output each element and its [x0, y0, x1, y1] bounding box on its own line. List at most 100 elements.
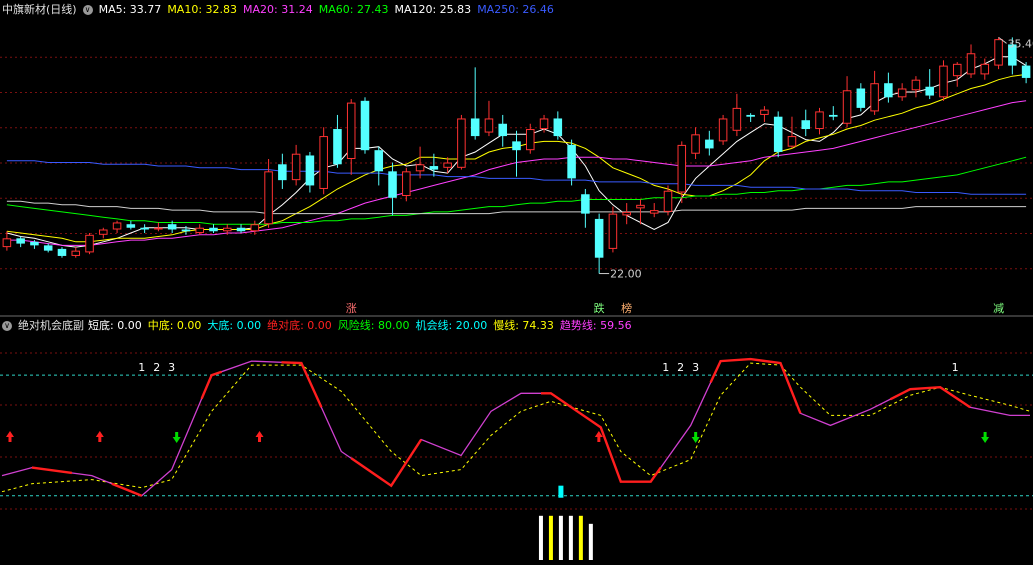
candle — [526, 123, 535, 154]
candle-body — [388, 171, 397, 198]
candle-body — [787, 136, 797, 147]
indicator-arrows — [6, 431, 990, 443]
candle — [85, 233, 94, 255]
candle-body — [581, 194, 590, 214]
candle — [305, 151, 315, 193]
buy-arrow-icon — [95, 431, 104, 442]
candle-body — [980, 63, 990, 75]
toggle-chevron-icon[interactable]: ∨ — [82, 5, 93, 15]
bottom-signal-bar — [578, 515, 583, 560]
candle — [691, 127, 700, 159]
candle-body — [360, 100, 370, 151]
candle-body — [801, 120, 811, 130]
signal-marker: 榜 — [621, 301, 632, 315]
indicator-legend-item-5: 机会线: 20.00 — [415, 319, 488, 332]
bottom-signal-bar — [588, 523, 593, 560]
candle-body — [636, 204, 645, 209]
indicator-legend-item-0: 短底: 0.00 — [88, 319, 142, 332]
indicator-legend-item-4: 风险线: 80.00 — [337, 319, 410, 332]
candle — [856, 83, 866, 112]
candle — [581, 188, 590, 228]
candle-body — [884, 83, 893, 98]
candle-body — [457, 118, 466, 168]
candle-body — [622, 211, 631, 216]
candle-body — [829, 114, 838, 117]
phase-number-label: 1 — [952, 361, 959, 374]
indicator-legend-item-2: 大底: 0.00 — [207, 319, 262, 332]
candle-body — [16, 238, 25, 244]
candle — [457, 114, 466, 170]
candle-body — [236, 227, 246, 232]
chart-title: 中旗新材(日线) — [2, 3, 77, 16]
candle-body — [512, 141, 521, 151]
candle-body — [250, 224, 260, 232]
candle-body — [498, 123, 507, 137]
sell-arrow-icon — [691, 432, 700, 443]
candle — [911, 76, 921, 98]
candle — [773, 111, 783, 158]
indicator-legend-item-1: 中底: 0.00 — [147, 319, 202, 332]
toggle-chevron-icon[interactable]: ∨ — [2, 321, 12, 331]
trend-rising-segment — [281, 361, 323, 408]
trend-rising-segment — [31, 466, 73, 475]
candle-body — [746, 114, 755, 117]
candle — [952, 62, 962, 87]
indicator-pane-header: ∨ 绝对机会底副 短底: 0.00 中底: 0.00 大底: 0.00 绝对底: 0.… — [0, 317, 638, 335]
candle — [718, 114, 728, 145]
candle — [870, 70, 879, 115]
candle-body — [181, 229, 191, 232]
candle-body — [443, 162, 452, 168]
ma-legend-item-3: MA60: 27.43 — [318, 3, 389, 16]
trend-rising-segment — [200, 370, 222, 400]
candle-body — [718, 118, 728, 142]
signal-markers: 涨跌榜减 — [346, 301, 1004, 315]
candle-body — [594, 218, 604, 258]
candle — [594, 213, 604, 274]
candle — [209, 224, 218, 234]
candle — [415, 146, 425, 179]
candle-body — [691, 134, 700, 154]
candle-body — [429, 166, 439, 170]
slow-line — [1, 362, 1031, 493]
signal-marker: 涨 — [346, 302, 357, 315]
candle — [925, 69, 934, 100]
candle — [746, 113, 755, 122]
trend-line — [1, 358, 1030, 497]
indicator-lines — [1, 357, 1031, 497]
ma-line-ma120 — [6, 200, 1027, 215]
candle — [842, 76, 852, 128]
candle — [374, 146, 384, 186]
candle — [801, 109, 811, 137]
candle — [236, 224, 246, 234]
candle-body — [57, 248, 67, 256]
candle — [553, 111, 563, 140]
candle — [112, 220, 122, 234]
candle-body — [30, 241, 39, 246]
candle-body — [209, 227, 218, 232]
candle — [884, 72, 893, 103]
candle-body — [484, 118, 494, 133]
candle — [732, 93, 742, 137]
candle — [705, 130, 714, 156]
candle — [154, 222, 163, 232]
candle — [484, 100, 494, 137]
candle-body — [305, 155, 315, 186]
ma-legend-item-1: MA10: 32.83 — [167, 3, 238, 16]
candle — [126, 220, 136, 230]
candle-body — [870, 83, 879, 112]
candle-body — [939, 65, 948, 98]
candle — [43, 243, 53, 253]
candle — [278, 153, 287, 189]
candle-body — [856, 88, 866, 108]
candle-body — [291, 153, 301, 181]
candle — [787, 116, 797, 149]
bottom-signal-bar — [538, 515, 543, 560]
candle — [291, 144, 301, 186]
candle-body — [85, 234, 94, 253]
candle-body — [2, 238, 12, 248]
bottom-signal-bar — [558, 515, 563, 560]
candle-body — [99, 229, 108, 235]
indicator-legend-item-7: 趋势线: 59.56 — [559, 319, 632, 332]
indicator-legend-item-3: 绝对底: 0.00 — [267, 319, 332, 332]
chart-stage: 35.4022.00 涨跌榜减 1231231 — [0, 36, 1033, 560]
